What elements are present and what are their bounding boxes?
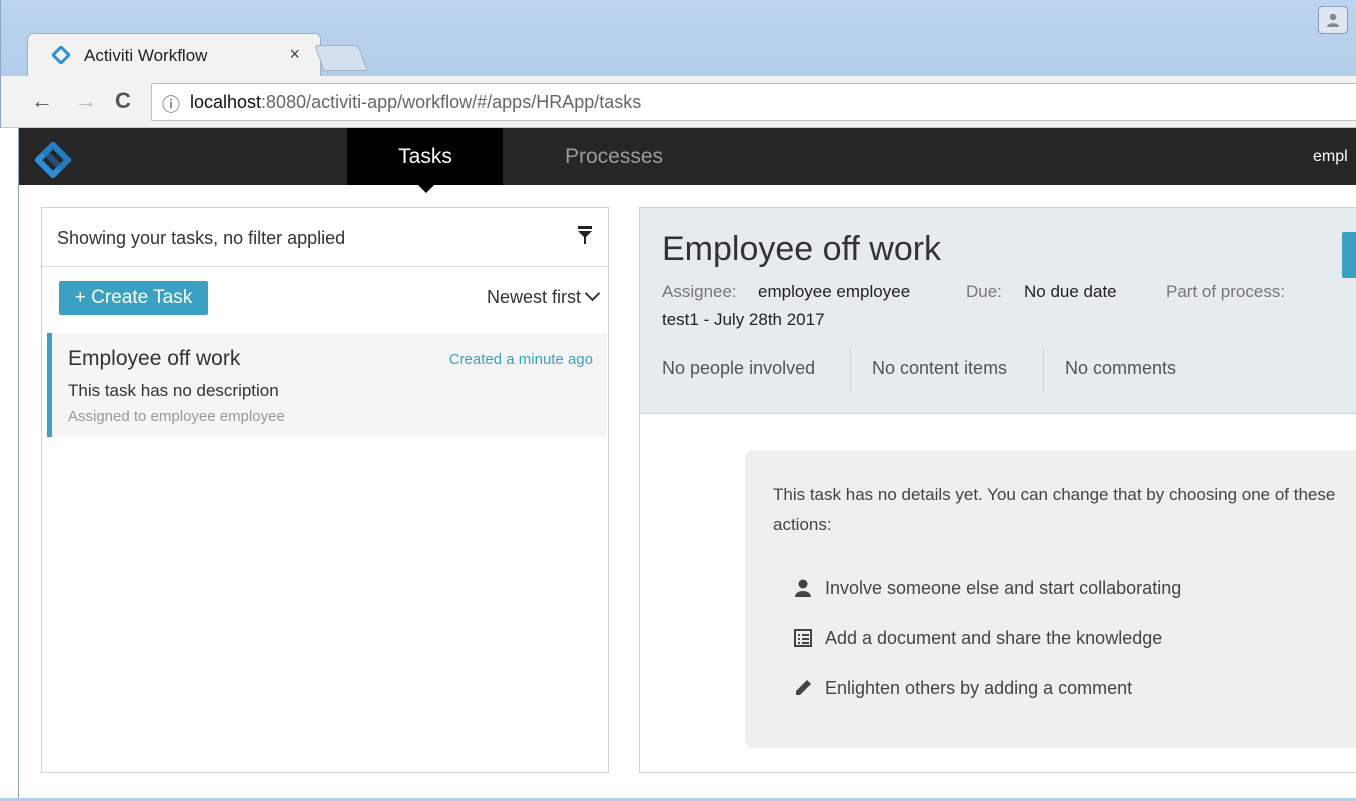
activiti-logo-icon xyxy=(52,46,70,64)
task-item-created: Created a minute ago xyxy=(448,351,593,368)
info-icon[interactable]: ⓘ xyxy=(162,91,180,117)
create-task-button[interactable]: + Create Task xyxy=(59,281,208,315)
action-label: Add a document and share the knowledge xyxy=(825,628,1163,648)
due-value[interactable]: No due date xyxy=(1024,282,1117,302)
url-text: localhost:8080/activiti-app/workflow/#/a… xyxy=(190,92,641,113)
task-list-item[interactable]: Employee off work Created a minute ago T… xyxy=(47,333,607,437)
action-label: Involve someone else and start collabora… xyxy=(825,578,1182,598)
complete-button[interactable] xyxy=(1342,232,1356,278)
reload-button[interactable]: C xyxy=(115,88,131,114)
divider xyxy=(1043,348,1044,392)
url-path: :8080/activiti-app/workflow/#/apps/HRApp… xyxy=(261,92,642,112)
url-input[interactable]: ⓘ localhost:8080/activiti-app/workflow/#… xyxy=(151,83,1356,121)
user-menu[interactable]: empl xyxy=(1313,128,1356,185)
url-host: localhost xyxy=(190,92,262,112)
profile-icon[interactable] xyxy=(1318,6,1348,34)
process-label: Part of process: xyxy=(1166,282,1286,301)
pencil-icon xyxy=(796,680,811,695)
tab-close-icon[interactable]: × xyxy=(289,44,300,65)
task-detail-title: Employee off work xyxy=(662,230,942,268)
address-bar: ← → C ⓘ localhost:8080/activiti-app/work… xyxy=(0,76,1356,128)
assignee-label: Assignee: xyxy=(662,282,737,301)
tab-processes[interactable]: Processes xyxy=(529,128,699,185)
browser-titlebar: Activiti Workflow × xyxy=(0,0,1356,77)
tab-title: Activiti Workflow xyxy=(84,46,208,65)
forward-button[interactable]: → xyxy=(75,88,97,114)
process-value[interactable]: test1 - July 28th 2017 xyxy=(662,310,825,330)
task-detail-panel: Employee off work Assignee: employee emp… xyxy=(639,207,1356,773)
document-icon xyxy=(794,629,812,647)
user-icon xyxy=(795,579,811,597)
app-navbar: Tasks Processes empl xyxy=(19,128,1356,193)
app-area: Tasks Processes empl Showing your tasks,… xyxy=(18,128,1356,801)
filter-icon[interactable] xyxy=(576,225,594,245)
task-list-panel: Showing your tasks, no filter applied + … xyxy=(41,207,609,773)
people-count[interactable]: No people involved xyxy=(662,358,815,379)
task-item-description: This task has no description xyxy=(68,381,279,400)
task-detail-header: Employee off work Assignee: employee emp… xyxy=(640,208,1356,414)
filter-status-text: Showing your tasks, no filter applied xyxy=(57,228,346,248)
content-count[interactable]: No content items xyxy=(872,358,1007,379)
browser-window: Activiti Workflow × ← → C ⓘ localhost:80… xyxy=(0,0,1356,801)
assignee-value[interactable]: employee employee xyxy=(758,282,910,302)
divider xyxy=(850,348,851,392)
comments-count[interactable]: No comments xyxy=(1065,358,1176,379)
sort-dropdown[interactable]: Newest first xyxy=(486,285,601,308)
due-label: Due: xyxy=(966,282,1002,301)
tab-tasks[interactable]: Tasks xyxy=(347,128,503,193)
empty-details-message: This task has no details yet. You can ch… xyxy=(773,485,1336,534)
back-button[interactable]: ← xyxy=(31,88,53,114)
filter-bar[interactable]: Showing your tasks, no filter applied xyxy=(42,208,608,267)
empty-details-box: This task has no details yet. You can ch… xyxy=(745,450,1356,748)
browser-tab[interactable]: Activiti Workflow × xyxy=(27,33,321,77)
task-item-title: Employee off work xyxy=(68,347,241,370)
action-label: Enlighten others by adding a comment xyxy=(825,678,1133,698)
task-item-assignee: Assigned to employee employee xyxy=(68,408,285,425)
sort-label: Newest first xyxy=(486,287,581,307)
new-tab-button[interactable] xyxy=(314,45,368,71)
activiti-logo-icon[interactable] xyxy=(35,142,71,178)
chevron-down-icon xyxy=(584,285,601,302)
